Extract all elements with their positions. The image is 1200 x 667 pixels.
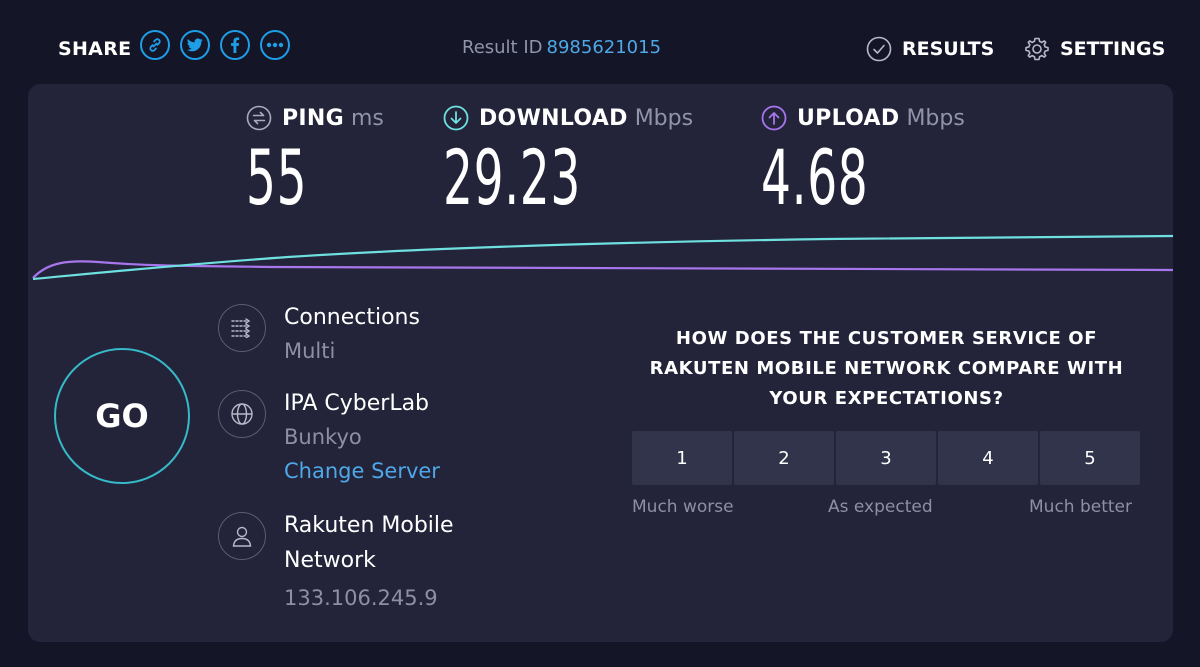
- results-panel: PING ms 55 DOWNLOAD Mbps 29.23 UPLOAD Mb…: [28, 84, 1173, 642]
- top-bar: SHARE Result ID 8985621015 RESULTS SETTI…: [0, 0, 1200, 84]
- result-id-value[interactable]: 8985621015: [547, 37, 662, 58]
- connections-icon: [218, 304, 266, 352]
- results-button[interactable]: RESULTS: [866, 36, 994, 62]
- server-location: Bunkyo: [284, 425, 362, 449]
- twitter-icon[interactable]: [180, 30, 210, 60]
- provider-info: Rakuten Mobile Network 133.106.245.9: [218, 512, 454, 615]
- more-icon[interactable]: [260, 30, 290, 60]
- rating-2-button[interactable]: 2: [734, 431, 834, 485]
- globe-icon: [218, 390, 266, 438]
- change-server-link[interactable]: Change Server: [284, 454, 440, 488]
- rating-4-button[interactable]: 4: [938, 431, 1038, 485]
- result-id-label: Result ID: [462, 37, 543, 58]
- ping-metric: PING ms 55: [246, 104, 384, 218]
- go-button[interactable]: GO: [54, 348, 190, 484]
- upload-label: UPLOAD: [797, 105, 900, 131]
- ping-value: 55: [246, 133, 308, 222]
- upload-value: 4.68: [761, 133, 869, 222]
- download-value: 29.23: [443, 133, 581, 222]
- settings-label: SETTINGS: [1060, 38, 1166, 60]
- server-name: IPA CyberLab: [284, 391, 430, 416]
- download-metric: DOWNLOAD Mbps 29.23: [443, 104, 693, 218]
- rating-3-button[interactable]: 3: [836, 431, 936, 485]
- user-icon: [218, 512, 266, 560]
- ping-unit: ms: [350, 105, 384, 131]
- result-id: Result ID 8985621015: [462, 37, 661, 58]
- ping-icon: [246, 105, 272, 131]
- rating-scale: 1 2 3 4 5: [632, 431, 1140, 485]
- results-label: RESULTS: [902, 38, 995, 60]
- ping-label: PING: [282, 105, 344, 131]
- provider-ip: 133.106.245.9: [284, 586, 438, 610]
- provider-name-line1: Rakuten Mobile: [284, 513, 454, 538]
- settings-button[interactable]: SETTINGS: [1024, 36, 1165, 62]
- gear-icon: [1025, 37, 1049, 61]
- upload-unit: Mbps: [906, 105, 965, 131]
- share-icons: [140, 30, 290, 60]
- provider-name-line2: Network: [284, 548, 376, 573]
- facebook-icon[interactable]: [220, 30, 250, 60]
- connections-value[interactable]: Multi: [284, 334, 420, 368]
- connections-info: Connections Multi: [218, 304, 420, 368]
- upload-metric: UPLOAD Mbps 4.68: [761, 104, 965, 218]
- rating-1-button[interactable]: 1: [632, 431, 732, 485]
- download-label: DOWNLOAD: [479, 105, 628, 131]
- rating-high-label: Much better: [1029, 497, 1132, 517]
- check-circle-icon: [866, 36, 892, 62]
- rating-5-button[interactable]: 5: [1040, 431, 1140, 485]
- share-label: SHARE: [58, 38, 132, 60]
- survey-question: HOW DOES THE CUSTOMER SERVICE OF RAKUTEN…: [649, 328, 1124, 409]
- upload-icon: [761, 105, 787, 131]
- rating-low-label: Much worse: [632, 497, 734, 517]
- speed-graph: [32, 234, 1173, 281]
- server-info: IPA CyberLab Bunkyo Change Server: [218, 390, 440, 488]
- link-icon[interactable]: [140, 30, 170, 60]
- download-unit: Mbps: [634, 105, 694, 131]
- download-icon: [443, 105, 469, 131]
- rating-mid-label: As expected: [828, 497, 933, 517]
- connections-title: Connections: [284, 305, 420, 330]
- download-graph-line: [32, 234, 1173, 281]
